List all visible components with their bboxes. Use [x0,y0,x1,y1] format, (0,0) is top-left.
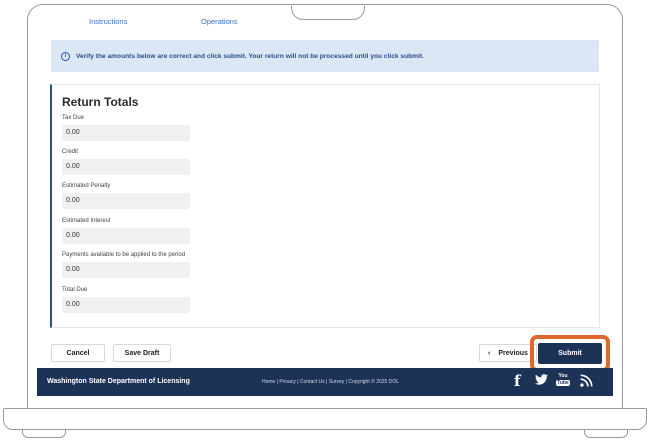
screen: Instructions Operations i Verify the amo… [37,14,613,396]
submit-highlight: Submit [530,335,610,372]
twitter-icon[interactable] [535,374,548,388]
youtube-icon[interactable]: You Tube [556,373,570,389]
screen-notch [291,6,365,20]
estimated-penalty-field: 0.00 [62,193,190,209]
credit-field: 0.00 [62,159,190,175]
estimated-interest-label: Estimated Interest [62,218,111,224]
facebook-icon[interactable]: f [514,372,520,390]
tax-due-field: 0.00 [62,125,190,141]
youtube-tube-text: Tube [556,380,570,386]
verify-alert: i Verify the amounts below are correct a… [51,40,599,72]
laptop-foot-right [584,430,628,438]
return-totals-panel: Return Totals Tax Due 0.00 Credit 0.00 E… [50,84,600,328]
tab-instructions[interactable]: Instructions [89,17,127,26]
previous-button[interactable]: ‹ Previous [479,344,537,362]
credit-label: Credit [62,149,79,155]
laptop-base [3,408,647,430]
site-footer: Washington State Department of Licensing… [37,368,613,396]
estimated-penalty-label: Estimated Penalty [62,183,111,189]
payments-available-field: 0.00 [62,262,190,278]
save-draft-button[interactable]: Save Draft [113,344,171,362]
previous-label: Previous [498,349,528,357]
tab-operations[interactable]: Operations [201,17,238,26]
laptop-foot-left [22,430,66,438]
submit-button[interactable]: Submit [538,343,602,364]
alert-message: Verify the amounts below are correct and… [76,52,424,60]
youtube-you-text: You [558,373,568,379]
rss-icon[interactable] [580,374,593,392]
action-bar: Cancel Save Draft ‹ Previous Submit [51,335,610,372]
tax-due-label: Tax Due [62,115,85,121]
total-due-label: Total Due [62,287,88,293]
panel-title: Return Totals [62,95,139,109]
footer-org-name: Washington State Department of Licensing [47,378,190,385]
estimated-interest-field: 0.00 [62,228,190,244]
chevron-left-icon: ‹ [488,349,491,357]
info-icon: i [61,51,70,61]
footer-links[interactable]: Home | Privacy | Contact Us | Survey | C… [262,379,399,385]
cancel-button[interactable]: Cancel [51,344,105,362]
total-due-field: 0.00 [62,297,190,313]
payments-available-label: Payments available to be applied to the … [62,252,186,258]
